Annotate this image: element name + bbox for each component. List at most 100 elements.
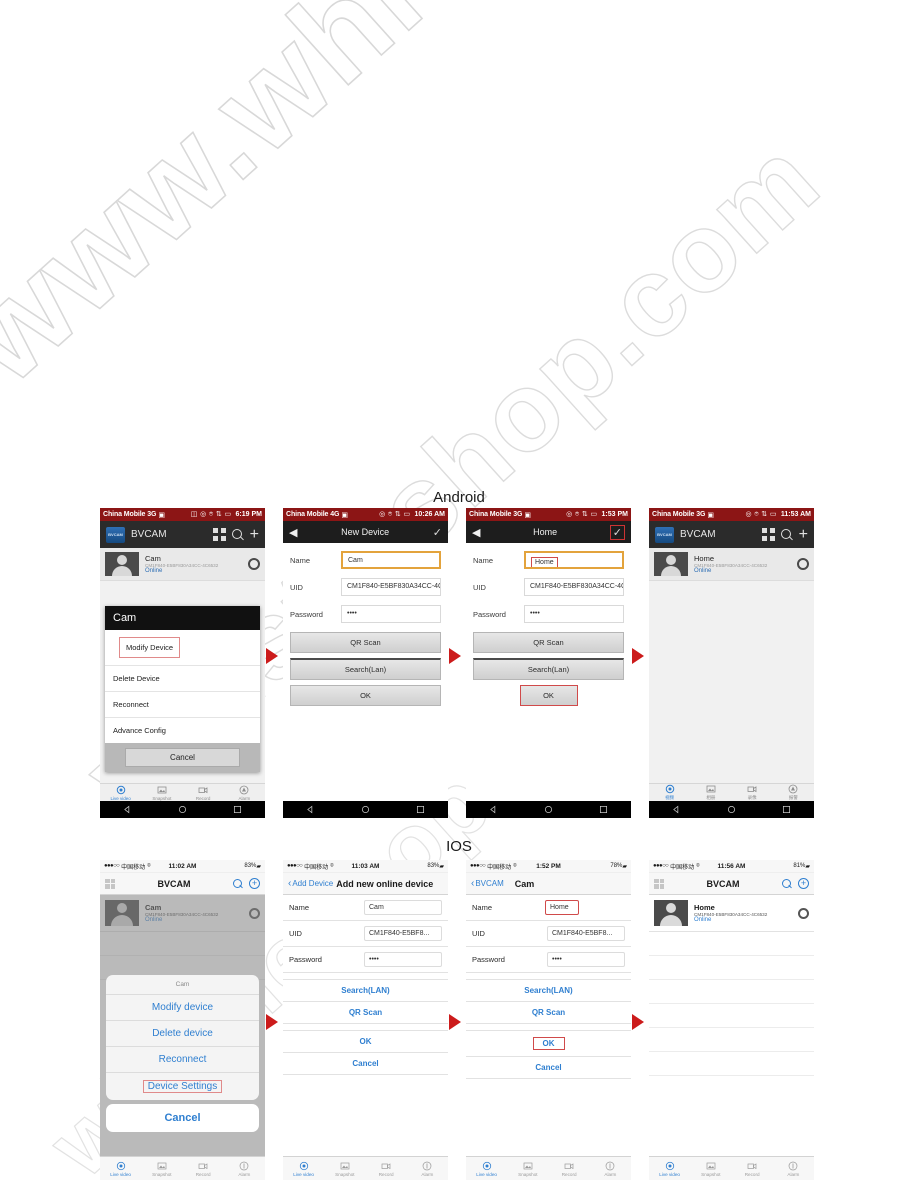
name-input[interactable]: Home (545, 900, 579, 915)
back-button[interactable]: ‹ Add Device (288, 878, 333, 888)
tab-live-video[interactable]: Live video (649, 1157, 690, 1180)
cancel-button[interactable]: Cancel (283, 1053, 448, 1075)
tab-snapshot[interactable]: 相册 (690, 784, 731, 801)
tab-snapshot[interactable]: Snapshot (141, 784, 182, 801)
tab-live-video[interactable]: Live video (283, 1157, 324, 1180)
tab-snapshot[interactable]: Snapshot (141, 1157, 182, 1180)
tab-alarm[interactable]: Alarm (407, 1157, 448, 1180)
search-lan-button[interactable]: Search(LAN) (466, 979, 631, 1002)
sheet-item-reconnect[interactable]: Reconnect (106, 1047, 259, 1073)
gear-icon[interactable] (797, 558, 809, 570)
search-icon[interactable] (233, 878, 243, 889)
ok-button[interactable]: OK (283, 1030, 448, 1053)
tab-live-video[interactable]: Live video (466, 1157, 507, 1180)
tab-record[interactable]: Record (183, 1157, 224, 1180)
name-input[interactable]: Cam (341, 551, 441, 569)
device-list-item[interactable]: Home CM1F840-E5BF830A34CC-4C6532 Online (649, 895, 814, 932)
tab-alarm[interactable]: Alarm (773, 1157, 814, 1180)
recents-key-icon[interactable] (782, 805, 791, 814)
dialog-item-modify-device[interactable]: Modify Device (105, 630, 260, 666)
plus-icon[interactable]: + (799, 527, 808, 543)
password-input[interactable]: •••• (524, 605, 624, 623)
password-input[interactable]: •••• (341, 605, 441, 623)
home-key-icon[interactable] (544, 805, 553, 814)
check-icon[interactable]: ✓ (433, 526, 442, 539)
search-lan-button[interactable]: Search(Lan) (290, 658, 441, 680)
recents-key-icon[interactable] (599, 805, 608, 814)
back-key-icon[interactable] (489, 805, 498, 814)
grid-icon[interactable] (212, 528, 226, 541)
tab-live-video[interactable]: Live video (100, 784, 141, 801)
sheet-item-delete-device[interactable]: Delete device (106, 1021, 259, 1047)
uid-input[interactable]: CM1F840-E5BF8... (547, 926, 625, 941)
back-key-icon[interactable] (672, 805, 681, 814)
name-input[interactable]: Home (524, 551, 624, 569)
password-input[interactable]: •••• (547, 952, 625, 967)
dialog-item-reconnect[interactable]: Reconnect (105, 692, 260, 718)
home-key-icon[interactable] (178, 805, 187, 814)
search-lan-button[interactable]: Search(Lan) (473, 658, 624, 680)
tab-alarm[interactable]: Alarm (224, 1157, 265, 1180)
status-time: 10:26 AM (414, 511, 445, 518)
uid-input[interactable]: CM1F840-E5BF8... (364, 926, 442, 941)
tab-record[interactable]: 录像 (732, 784, 773, 801)
search-icon[interactable] (782, 878, 792, 889)
tab-live-video[interactable]: 视频 (649, 784, 690, 801)
ok-button[interactable]: OK (519, 685, 578, 706)
device-list-item[interactable]: Home CM1F840-E5BF830A34CC-4C6532 Online (649, 548, 814, 581)
sheet-item-modify-device[interactable]: Modify device (106, 995, 259, 1021)
back-button[interactable]: ‹ BVCAM (471, 878, 504, 888)
recents-key-icon[interactable] (233, 805, 242, 814)
grid-icon[interactable] (761, 528, 775, 541)
gear-icon[interactable] (248, 558, 260, 570)
recents-key-icon[interactable] (416, 805, 425, 814)
qr-scan-button[interactable]: QR Scan (283, 1002, 448, 1024)
back-key-icon[interactable] (123, 805, 132, 814)
plus-circle-icon[interactable]: + (798, 878, 809, 889)
dialog-item-delete-device[interactable]: Delete Device (105, 666, 260, 692)
back-key-icon[interactable] (306, 805, 315, 814)
tab-alarm[interactable]: Alarm (590, 1157, 631, 1180)
check-icon[interactable]: ✓ (609, 524, 625, 540)
sheet-cancel-button[interactable]: Cancel (106, 1104, 259, 1132)
tab-alarm[interactable]: 报警 (773, 784, 814, 801)
uid-input[interactable]: CM1F840-E5BF830A34CC-4C6532 (341, 578, 441, 596)
tab-snapshot[interactable]: Snapshot (324, 1157, 365, 1180)
nav-title: Cam (514, 878, 535, 889)
back-arrow-icon[interactable]: ◀ (472, 526, 480, 539)
tab-record[interactable]: Record (183, 784, 224, 801)
gear-icon[interactable] (798, 907, 809, 919)
tab-alarm[interactable]: Alarm (224, 784, 265, 801)
back-arrow-icon[interactable]: ◀ (289, 526, 297, 539)
search-lan-button[interactable]: Search(LAN) (283, 979, 448, 1002)
grid-icon[interactable] (105, 878, 115, 889)
password-input[interactable]: •••• (364, 952, 442, 967)
qr-scan-button[interactable]: QR Scan (290, 632, 441, 653)
qr-scan-button[interactable]: QR Scan (473, 632, 624, 653)
home-key-icon[interactable] (727, 805, 736, 814)
plus-circle-icon[interactable]: + (249, 878, 260, 889)
dialog-cancel-button[interactable]: Cancel (125, 748, 240, 767)
search-icon[interactable] (780, 528, 793, 541)
tab-record[interactable]: Record (549, 1157, 590, 1180)
form-row-name: Name Cam (283, 895, 448, 921)
plus-icon[interactable]: + (250, 527, 259, 543)
uid-input[interactable]: CM1F840-E5BF830A34CC-4C6532 (524, 578, 624, 596)
tab-record[interactable]: Record (732, 1157, 773, 1180)
search-icon[interactable] (231, 528, 244, 541)
list-placeholder-row (649, 1028, 814, 1052)
tab-live-video[interactable]: Live video (100, 1157, 141, 1180)
home-key-icon[interactable] (361, 805, 370, 814)
ok-button[interactable]: OK (466, 1030, 631, 1057)
cancel-button[interactable]: Cancel (466, 1057, 631, 1079)
ok-button[interactable]: OK (290, 685, 441, 706)
device-list-item[interactable]: Cam CM1F840-E5BF830A34CC-4C6532 Online (100, 548, 265, 581)
tab-snapshot[interactable]: Snapshot (690, 1157, 731, 1180)
name-input[interactable]: Cam (364, 900, 442, 915)
dialog-item-advance-config[interactable]: Advance Config (105, 718, 260, 743)
tab-snapshot[interactable]: Snapshot (507, 1157, 548, 1180)
grid-icon[interactable] (654, 878, 664, 889)
qr-scan-button[interactable]: QR Scan (466, 1002, 631, 1024)
tab-record[interactable]: Record (366, 1157, 407, 1180)
sheet-item-device-settings[interactable]: Device Settings (106, 1073, 259, 1100)
